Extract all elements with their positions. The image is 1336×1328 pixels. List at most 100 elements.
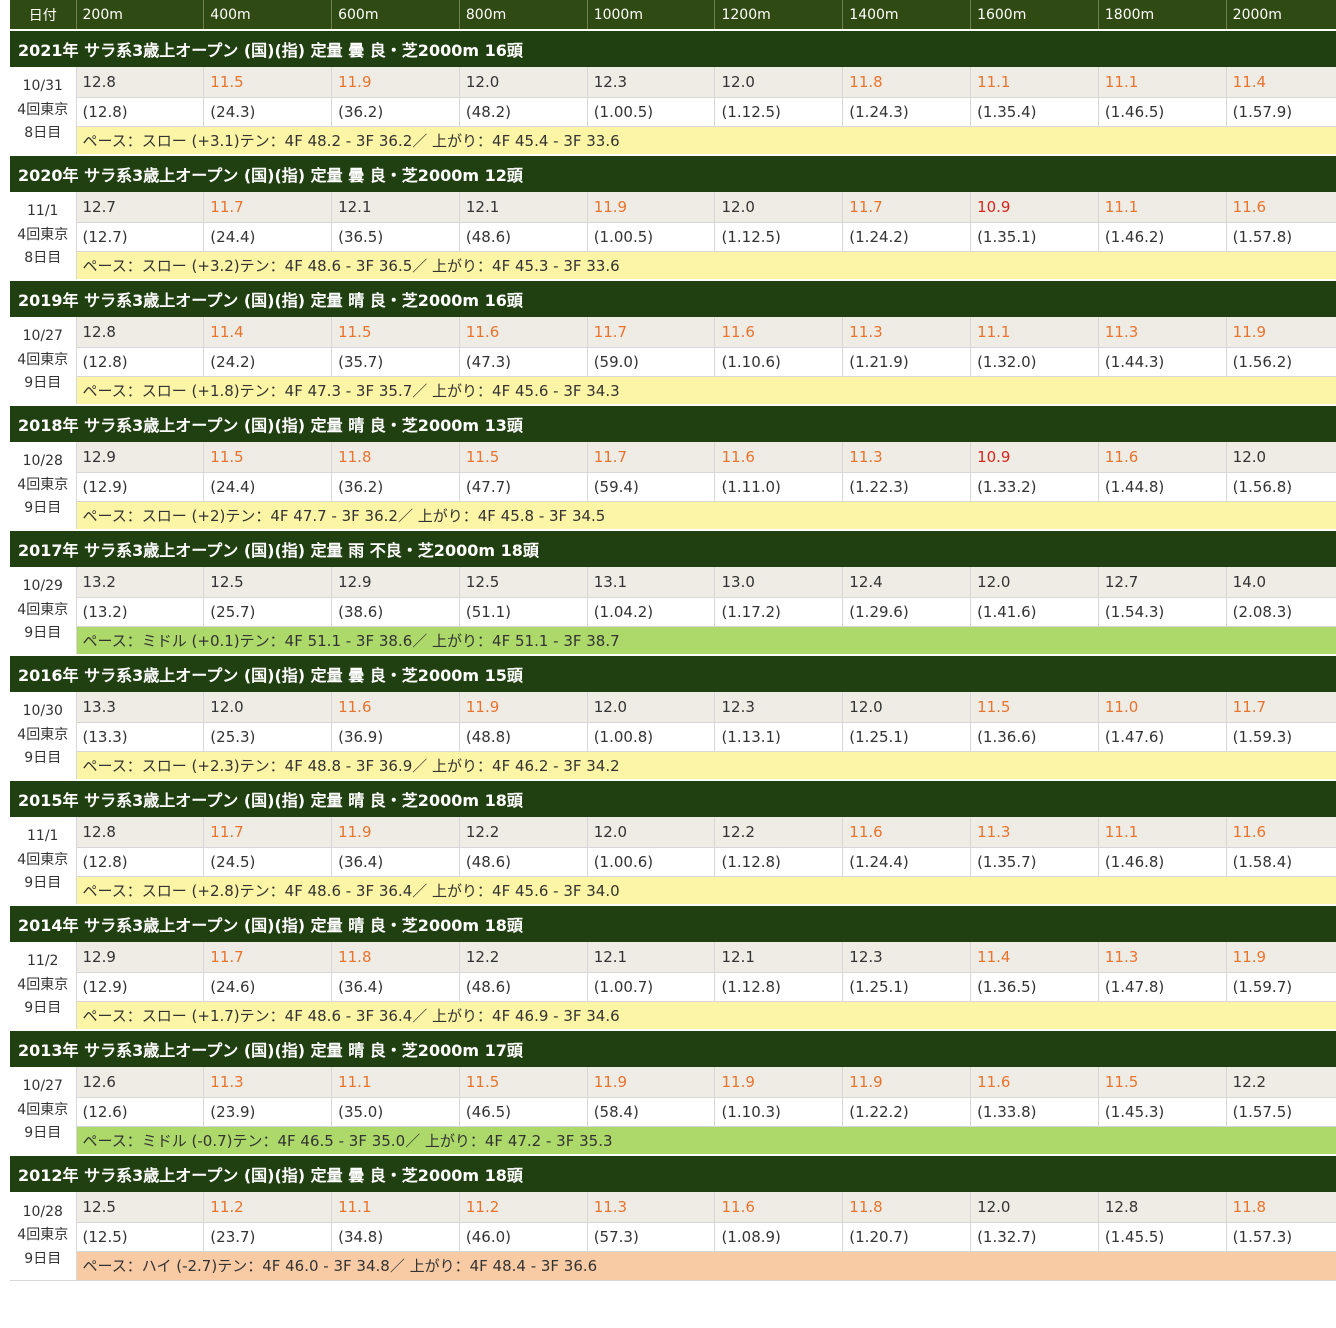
lap-time-cell: 11.1 bbox=[331, 1192, 460, 1223]
lap-time-cell: 11.6 bbox=[1226, 192, 1336, 223]
lap-time-cell: 12.0 bbox=[587, 692, 716, 723]
cumulative-time-cell: (12.6) bbox=[76, 1097, 205, 1127]
cumulative-time-cell: (1.00.7) bbox=[587, 972, 716, 1002]
cumulative-time-cell: (1.12.5) bbox=[714, 97, 844, 127]
lap-time-table-container: 日付 200m 400m 600m 800m 1000m 1200m 1400m… bbox=[10, 0, 1336, 1281]
lap-time-cell: 11.6 bbox=[714, 442, 844, 473]
cumulative-time-cell: (12.8) bbox=[76, 847, 205, 877]
cumulative-time-cell: (1.20.7) bbox=[842, 1222, 972, 1252]
cumulative-row: (12.9) (24.4) (36.2) (47.7) (59.4) (1.11.0) (1… bbox=[10, 472, 1336, 502]
pace-row: ペース：ハイ (-2.7)テン：4F 46.0 - 3F 34.8／ 上がり：4… bbox=[10, 1251, 1336, 1281]
cumulative-time-cell: (1.12.5) bbox=[714, 222, 844, 252]
cumulative-time-cell: (46.5) bbox=[459, 1097, 588, 1127]
lap-time-cell: 12.9 bbox=[331, 567, 460, 598]
cumulative-time-cell: (1.10.3) bbox=[714, 1097, 844, 1127]
lap-time-cell: 11.6 bbox=[459, 317, 588, 348]
race-meeting: 4回東京 bbox=[17, 601, 69, 618]
lap-row: 10/27 4回東京 9日目 12.6 11.3 11.1 11.5 11.9 11.9 11.9… bbox=[10, 1067, 1336, 1156]
lap-time-cell: 12.7 bbox=[76, 192, 205, 223]
cumulative-row: (12.8) (24.5) (36.4) (48.6) (1.00.6) (1.12.8)… bbox=[10, 847, 1336, 877]
lap-time-cell: 11.3 bbox=[842, 317, 972, 348]
lap-time-cell: 12.8 bbox=[76, 317, 205, 348]
pace-summary: ペース：スロー (+1.8)テン：4F 47.3 - 3F 35.7／ 上がり：… bbox=[76, 376, 1336, 406]
race-title-row: 2016年 サラ系3歳上オープン (国)(指) 定量 曇 良・芝2000m 15… bbox=[10, 654, 1336, 692]
race-list: 2021年 サラ系3歳上オープン (国)(指) 定量 曇 良・芝2000m 16… bbox=[10, 29, 1336, 1281]
race-date-cell: 11/1 4回東京 9日目 bbox=[10, 817, 77, 906]
race-date: 11/1 bbox=[27, 828, 59, 845]
lap-time-cell: 11.6 bbox=[970, 1067, 1099, 1098]
race-date-cell: 10/31 4回東京 8日目 bbox=[10, 67, 77, 156]
pace-summary: ペース：ミドル (+0.1)テン：4F 51.1 - 3F 38.6／ 上がり：… bbox=[76, 626, 1336, 656]
cumulative-time-cell: (1.00.5) bbox=[587, 97, 716, 127]
cumulative-time-cell: (1.04.2) bbox=[587, 597, 716, 627]
lap-time-cell: 12.0 bbox=[714, 67, 844, 98]
lap-time-cell: 11.5 bbox=[970, 692, 1099, 723]
cumulative-time-cell: (1.22.2) bbox=[842, 1097, 972, 1127]
lap-time-cell: 11.9 bbox=[1226, 317, 1336, 348]
lap-time-cell: 11.7 bbox=[1226, 692, 1336, 723]
lap-time-cell: 12.0 bbox=[459, 67, 588, 98]
cumulative-row: (12.8) (24.2) (35.7) (47.3) (59.0) (1.10.6) (1… bbox=[10, 347, 1336, 377]
lap-time-cell: 11.5 bbox=[203, 67, 333, 98]
cumulative-time-cell: (1.57.8) bbox=[1226, 222, 1336, 252]
lap-time-cell: 11.9 bbox=[331, 817, 460, 848]
lap-time-cell: 11.4 bbox=[970, 942, 1099, 973]
cumulative-time-cell: (1.57.5) bbox=[1226, 1097, 1336, 1127]
cumulative-time-cell: (1.17.2) bbox=[714, 597, 844, 627]
race-meeting: 4回東京 bbox=[17, 101, 69, 118]
race-meeting: 4回東京 bbox=[17, 976, 69, 993]
cumulative-time-cell: (1.35.1) bbox=[970, 222, 1099, 252]
lap-time-cell: 11.1 bbox=[1098, 192, 1227, 223]
header-distance: 800m bbox=[459, 0, 588, 30]
race-date: 10/28 bbox=[22, 453, 63, 470]
lap-time-cell: 12.0 bbox=[203, 692, 333, 723]
race-day: 9日目 bbox=[24, 1000, 62, 1017]
cumulative-time-cell: (1.24.2) bbox=[842, 222, 972, 252]
lap-time-cell: 11.8 bbox=[1226, 1192, 1336, 1223]
lap-row: 11/1 4回東京 8日目 12.7 11.7 12.1 12.1 11.9 12.0 11.7 1… bbox=[10, 192, 1336, 281]
race-title-row: 2021年 サラ系3歳上オープン (国)(指) 定量 曇 良・芝2000m 16… bbox=[10, 29, 1336, 67]
lap-time-cell: 11.1 bbox=[1098, 67, 1227, 98]
cumulative-time-cell: (48.6) bbox=[459, 847, 588, 877]
lap-time-cell: 11.6 bbox=[714, 1192, 844, 1223]
cumulative-time-cell: (1.57.9) bbox=[1226, 97, 1336, 127]
race-title-row: 2015年 サラ系3歳上オープン (国)(指) 定量 晴 良・芝2000m 18… bbox=[10, 779, 1336, 817]
header-date: 日付 bbox=[10, 0, 77, 30]
cumulative-time-cell: (1.58.4) bbox=[1226, 847, 1336, 877]
cumulative-row: (13.3) (25.3) (36.9) (48.8) (1.00.8) (1.13.1)… bbox=[10, 722, 1336, 752]
lap-time-cell: 11.5 bbox=[459, 1067, 588, 1098]
lap-time-table: 日付 200m 400m 600m 800m 1000m 1200m 1400m… bbox=[10, 0, 1336, 1281]
lap-time-cell: 11.9 bbox=[714, 1067, 844, 1098]
cumulative-time-cell: (34.8) bbox=[331, 1222, 460, 1252]
lap-time-cell: 12.8 bbox=[76, 67, 205, 98]
lap-time-cell: 11.6 bbox=[714, 317, 844, 348]
cumulative-time-cell: (46.0) bbox=[459, 1222, 588, 1252]
cumulative-time-cell: (1.45.5) bbox=[1098, 1222, 1227, 1252]
lap-time-cell: 12.2 bbox=[1226, 1067, 1336, 1098]
lap-time-cell: 12.5 bbox=[459, 567, 588, 598]
header-distance: 1000m bbox=[587, 0, 716, 30]
race-title: 2016年 サラ系3歳上オープン (国)(指) 定量 曇 良・芝2000m 15… bbox=[10, 654, 1336, 692]
cumulative-time-cell: (1.46.8) bbox=[1098, 847, 1227, 877]
header-distance: 1600m bbox=[970, 0, 1099, 30]
lap-time-cell: 12.2 bbox=[459, 817, 588, 848]
lap-time-cell: 11.5 bbox=[459, 442, 588, 473]
lap-time-cell: 12.1 bbox=[714, 942, 844, 973]
lap-time-cell: 11.7 bbox=[587, 317, 716, 348]
race-day: 9日目 bbox=[24, 875, 62, 892]
cumulative-time-cell: (47.3) bbox=[459, 347, 588, 377]
cumulative-time-cell: (1.33.2) bbox=[970, 472, 1099, 502]
cumulative-time-cell: (1.25.1) bbox=[842, 972, 972, 1002]
lap-time-cell: 12.9 bbox=[76, 442, 205, 473]
cumulative-time-cell: (1.36.5) bbox=[970, 972, 1099, 1002]
lap-time-cell: 11.1 bbox=[970, 317, 1099, 348]
lap-time-cell: 11.3 bbox=[1098, 942, 1227, 973]
lap-time-cell: 11.7 bbox=[203, 192, 333, 223]
race-title: 2019年 サラ系3歳上オープン (国)(指) 定量 晴 良・芝2000m 16… bbox=[10, 279, 1336, 317]
lap-row: 10/31 4回東京 8日目 12.8 11.5 11.9 12.0 12.3 12.0 11.8… bbox=[10, 67, 1336, 156]
cumulative-time-cell: (51.1) bbox=[459, 597, 588, 627]
lap-row: 11/2 4回東京 9日目 12.9 11.7 11.8 12.2 12.1 12.1 12.3 1… bbox=[10, 942, 1336, 1031]
race-title: 2012年 サラ系3歳上オープン (国)(指) 定量 曇 良・芝2000m 18… bbox=[10, 1154, 1336, 1192]
cumulative-time-cell: (1.35.7) bbox=[970, 847, 1099, 877]
race-date-cell: 11/1 4回東京 8日目 bbox=[10, 192, 77, 281]
